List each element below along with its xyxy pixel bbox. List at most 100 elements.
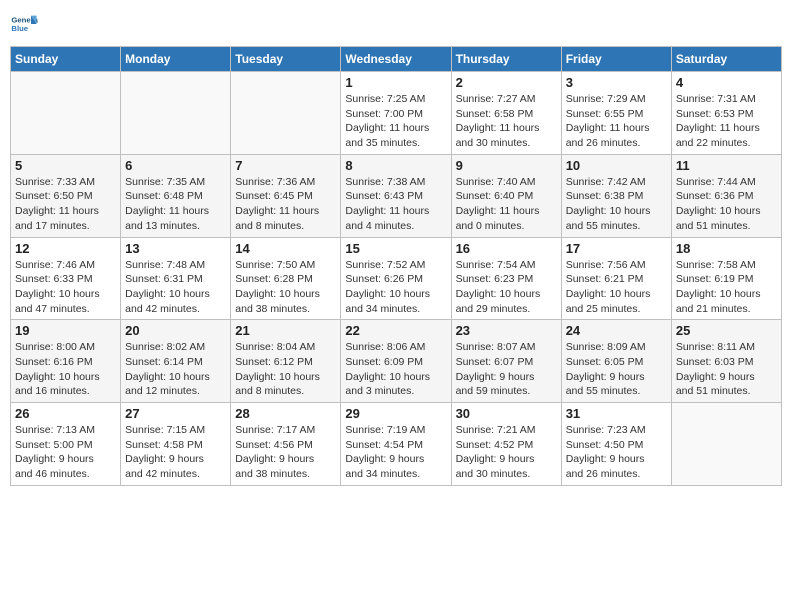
calendar-cell: 28 Sunrise: 7:17 AM Sunset: 4:56 PM Dayli… <box>231 403 341 486</box>
day-number: 22 <box>345 323 446 338</box>
day-info: Sunrise: 8:11 AM Sunset: 6:03 PM Dayligh… <box>676 340 777 399</box>
day-info: Sunrise: 7:42 AM Sunset: 6:38 PM Dayligh… <box>566 175 667 234</box>
day-number: 4 <box>676 75 777 90</box>
weekday-header-thursday: Thursday <box>451 47 561 72</box>
calendar-header: SundayMondayTuesdayWednesdayThursdayFrid… <box>11 47 782 72</box>
calendar-cell: 10 Sunrise: 7:42 AM Sunset: 6:38 PM Dayli… <box>561 154 671 237</box>
calendar-cell: 19 Sunrise: 8:00 AM Sunset: 6:16 PM Dayli… <box>11 320 121 403</box>
weekday-header-saturday: Saturday <box>671 47 781 72</box>
calendar-cell: 23Sunrise: 8:07 AM Sunset: 6:07 PM Dayli… <box>451 320 561 403</box>
calendar-cell: 16 Sunrise: 7:54 AM Sunset: 6:23 PM Dayli… <box>451 237 561 320</box>
weekday-header-sunday: Sunday <box>11 47 121 72</box>
day-number: 16 <box>456 241 557 256</box>
weekday-header-wednesday: Wednesday <box>341 47 451 72</box>
day-number: 2 <box>456 75 557 90</box>
calendar-cell: 14 Sunrise: 7:50 AM Sunset: 6:28 PM Dayli… <box>231 237 341 320</box>
day-number: 3 <box>566 75 667 90</box>
day-info: Sunrise: 7:21 AM Sunset: 4:52 PM Dayligh… <box>456 423 557 482</box>
calendar-cell <box>231 72 341 155</box>
calendar-cell: 15 Sunrise: 7:52 AM Sunset: 6:26 PM Dayli… <box>341 237 451 320</box>
logo-icon: General Blue <box>10 10 38 38</box>
calendar-cell: 26 Sunrise: 7:13 AM Sunset: 5:00 PM Dayli… <box>11 403 121 486</box>
calendar-cell: 20 Sunrise: 8:02 AM Sunset: 6:14 PM Dayli… <box>121 320 231 403</box>
day-number: 30 <box>456 406 557 421</box>
day-number: 29 <box>345 406 446 421</box>
calendar-cell: 5 Sunrise: 7:33 AM Sunset: 6:50 PM Daylig… <box>11 154 121 237</box>
calendar-cell <box>11 72 121 155</box>
day-number: 14 <box>235 241 336 256</box>
day-info: Sunrise: 7:38 AM Sunset: 6:43 PM Dayligh… <box>345 175 446 234</box>
day-number: 5 <box>15 158 116 173</box>
day-info: Sunrise: 7:48 AM Sunset: 6:31 PM Dayligh… <box>125 258 226 317</box>
day-info: Sunrise: 7:31 AM Sunset: 6:53 PM Dayligh… <box>676 92 777 151</box>
day-number: 28 <box>235 406 336 421</box>
day-info: Sunrise: 8:02 AM Sunset: 6:14 PM Dayligh… <box>125 340 226 399</box>
weekday-header-tuesday: Tuesday <box>231 47 341 72</box>
day-number: 18 <box>676 241 777 256</box>
calendar-week-2: 5 Sunrise: 7:33 AM Sunset: 6:50 PM Daylig… <box>11 154 782 237</box>
day-info: Sunrise: 7:33 AM Sunset: 6:50 PM Dayligh… <box>15 175 116 234</box>
calendar-cell: 24 Sunrise: 8:09 AM Sunset: 6:05 PM Dayli… <box>561 320 671 403</box>
day-number: 12 <box>15 241 116 256</box>
day-number: 15 <box>345 241 446 256</box>
day-number: 20 <box>125 323 226 338</box>
weekday-header-friday: Friday <box>561 47 671 72</box>
day-info: Sunrise: 7:35 AM Sunset: 6:48 PM Dayligh… <box>125 175 226 234</box>
calendar-cell: 17Sunrise: 7:56 AM Sunset: 6:21 PM Dayli… <box>561 237 671 320</box>
calendar-cell: 27 Sunrise: 7:15 AM Sunset: 4:58 PM Dayli… <box>121 403 231 486</box>
calendar-cell: 29 Sunrise: 7:19 AM Sunset: 4:54 PM Dayli… <box>341 403 451 486</box>
calendar-cell: 9 Sunrise: 7:40 AM Sunset: 6:40 PM Daylig… <box>451 154 561 237</box>
day-info: Sunrise: 8:07 AM Sunset: 6:07 PM Dayligh… <box>456 340 557 399</box>
logo: General Blue <box>10 10 42 38</box>
day-number: 6 <box>125 158 226 173</box>
day-info: Sunrise: 7:46 AM Sunset: 6:33 PM Dayligh… <box>15 258 116 317</box>
day-info: Sunrise: 7:36 AM Sunset: 6:45 PM Dayligh… <box>235 175 336 234</box>
day-number: 19 <box>15 323 116 338</box>
day-info: Sunrise: 7:44 AM Sunset: 6:36 PM Dayligh… <box>676 175 777 234</box>
calendar-cell: 3 Sunrise: 7:29 AM Sunset: 6:55 PM Daylig… <box>561 72 671 155</box>
day-info: Sunrise: 7:19 AM Sunset: 4:54 PM Dayligh… <box>345 423 446 482</box>
calendar-cell: 31 Sunrise: 7:23 AM Sunset: 4:50 PM Dayli… <box>561 403 671 486</box>
day-info: Sunrise: 7:17 AM Sunset: 4:56 PM Dayligh… <box>235 423 336 482</box>
calendar-week-3: 12 Sunrise: 7:46 AM Sunset: 6:33 PM Dayli… <box>11 237 782 320</box>
calendar-cell: 13 Sunrise: 7:48 AM Sunset: 6:31 PM Dayli… <box>121 237 231 320</box>
calendar-week-5: 26 Sunrise: 7:13 AM Sunset: 5:00 PM Dayli… <box>11 403 782 486</box>
day-number: 9 <box>456 158 557 173</box>
day-info: Sunrise: 8:06 AM Sunset: 6:09 PM Dayligh… <box>345 340 446 399</box>
day-info: Sunrise: 7:40 AM Sunset: 6:40 PM Dayligh… <box>456 175 557 234</box>
day-info: Sunrise: 7:23 AM Sunset: 4:50 PM Dayligh… <box>566 423 667 482</box>
calendar-cell: 12 Sunrise: 7:46 AM Sunset: 6:33 PM Dayli… <box>11 237 121 320</box>
day-info: Sunrise: 7:15 AM Sunset: 4:58 PM Dayligh… <box>125 423 226 482</box>
day-info: Sunrise: 8:00 AM Sunset: 6:16 PM Dayligh… <box>15 340 116 399</box>
day-number: 10 <box>566 158 667 173</box>
day-number: 7 <box>235 158 336 173</box>
day-info: Sunrise: 7:56 AM Sunset: 6:21 PM Dayligh… <box>566 258 667 317</box>
day-info: Sunrise: 7:50 AM Sunset: 6:28 PM Dayligh… <box>235 258 336 317</box>
calendar-cell <box>121 72 231 155</box>
day-info: Sunrise: 7:13 AM Sunset: 5:00 PM Dayligh… <box>15 423 116 482</box>
calendar-cell <box>671 403 781 486</box>
calendar-cell: 1 Sunrise: 7:25 AM Sunset: 7:00 PM Daylig… <box>341 72 451 155</box>
calendar-cell: 21Sunrise: 8:04 AM Sunset: 6:12 PM Dayli… <box>231 320 341 403</box>
calendar-cell: 25Sunrise: 8:11 AM Sunset: 6:03 PM Dayli… <box>671 320 781 403</box>
day-info: Sunrise: 7:58 AM Sunset: 6:19 PM Dayligh… <box>676 258 777 317</box>
day-number: 26 <box>15 406 116 421</box>
calendar-cell: 4 Sunrise: 7:31 AM Sunset: 6:53 PM Daylig… <box>671 72 781 155</box>
calendar-cell: 22 Sunrise: 8:06 AM Sunset: 6:09 PM Dayli… <box>341 320 451 403</box>
day-number: 13 <box>125 241 226 256</box>
day-number: 31 <box>566 406 667 421</box>
day-info: Sunrise: 7:54 AM Sunset: 6:23 PM Dayligh… <box>456 258 557 317</box>
svg-text:Blue: Blue <box>11 24 28 33</box>
day-info: Sunrise: 7:29 AM Sunset: 6:55 PM Dayligh… <box>566 92 667 151</box>
day-info: Sunrise: 8:04 AM Sunset: 6:12 PM Dayligh… <box>235 340 336 399</box>
day-number: 27 <box>125 406 226 421</box>
day-info: Sunrise: 7:25 AM Sunset: 7:00 PM Dayligh… <box>345 92 446 151</box>
calendar-cell: 11Sunrise: 7:44 AM Sunset: 6:36 PM Dayli… <box>671 154 781 237</box>
calendar-cell: 30 Sunrise: 7:21 AM Sunset: 4:52 PM Dayli… <box>451 403 561 486</box>
day-number: 24 <box>566 323 667 338</box>
day-info: Sunrise: 7:52 AM Sunset: 6:26 PM Dayligh… <box>345 258 446 317</box>
calendar-cell: 6 Sunrise: 7:35 AM Sunset: 6:48 PM Daylig… <box>121 154 231 237</box>
day-number: 1 <box>345 75 446 90</box>
day-info: Sunrise: 8:09 AM Sunset: 6:05 PM Dayligh… <box>566 340 667 399</box>
day-info: Sunrise: 7:27 AM Sunset: 6:58 PM Dayligh… <box>456 92 557 151</box>
